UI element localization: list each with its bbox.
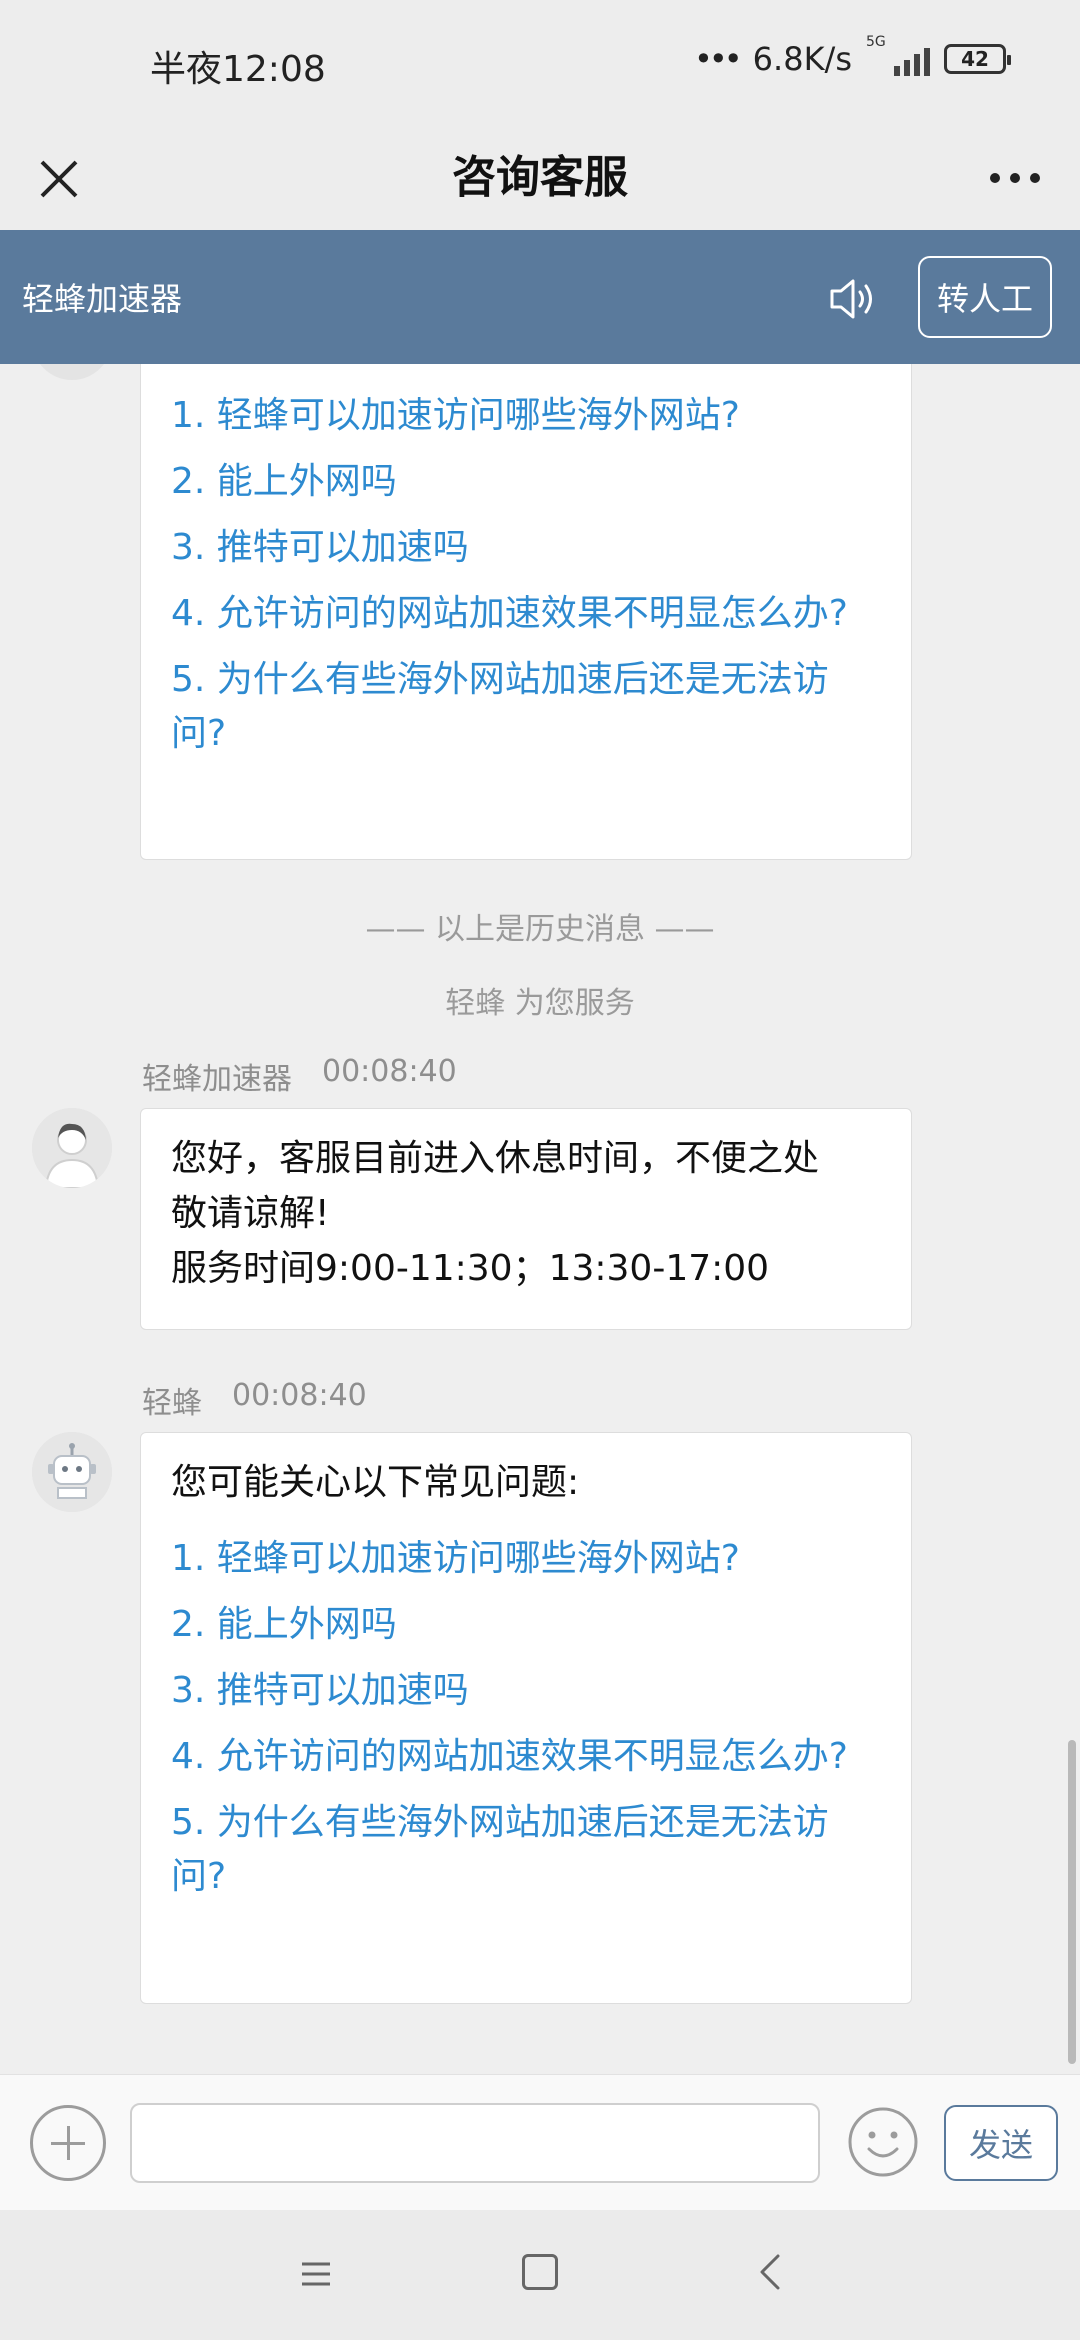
battery-icon: 42	[944, 44, 1011, 74]
message-time: 00:08:40	[322, 1054, 457, 1089]
message-line: 您好，客服目前进入休息时间，不便之处	[171, 1138, 820, 1179]
history-faq-card: 1. 轻蜂可以加速访问哪些海外网站? 2. 能上外网吗 3. 推特可以加速吗 4…	[140, 364, 912, 860]
status-time: 半夜12:08	[150, 49, 326, 90]
more-icon	[990, 173, 1000, 183]
sender-name: 轻蜂	[142, 1386, 202, 1421]
system-nav-bar	[0, 2210, 1080, 2340]
faq-link[interactable]: 2. 能上外网吗	[171, 455, 881, 509]
message-meta: 轻蜂 00:08:40	[142, 1378, 367, 1422]
signal-icon: 5G	[866, 34, 930, 76]
faq-link[interactable]: 1. 轻蜂可以加速访问哪些海外网站?	[171, 389, 881, 443]
person-avatar	[32, 1108, 112, 1188]
message-line: 敬请谅解!	[171, 1193, 330, 1234]
message-input[interactable]	[130, 2103, 820, 2183]
page-title: 咨询客服	[452, 152, 628, 203]
title-bar: 咨询客服	[0, 126, 1080, 230]
faq-link[interactable]: 3. 推特可以加速吗	[171, 521, 881, 575]
more-button[interactable]	[980, 158, 1050, 198]
status-bar: 半夜12:08 ••• 6.8K/s 5G 42	[0, 0, 1080, 126]
add-attachment-button[interactable]	[30, 2105, 106, 2181]
faq-link[interactable]: 4. 允许访问的网站加速效果不明显怎么办?	[171, 1730, 881, 1784]
network-type: 5G	[866, 34, 886, 50]
robot-avatar	[32, 1432, 112, 1512]
sender-name: 轻蜂加速器	[142, 1062, 292, 1097]
robot-avatar	[32, 364, 112, 380]
service-notice: 轻蜂 为您服务	[445, 986, 635, 1021]
service-header: 轻蜂加速器 转人工	[0, 230, 1080, 364]
back-icon[interactable]	[750, 2250, 790, 2294]
service-name: 轻蜂加速器	[22, 280, 183, 318]
faq-link[interactable]: 3. 推特可以加速吗	[171, 1664, 881, 1718]
message-time: 00:08:40	[232, 1378, 367, 1413]
menu-icon[interactable]	[296, 2254, 336, 2294]
send-button[interactable]: 发送	[944, 2105, 1058, 2181]
emoji-icon	[848, 2107, 918, 2177]
faq-link[interactable]: 1. 轻蜂可以加速访问哪些海外网站?	[171, 1532, 881, 1586]
transfer-human-button[interactable]: 转人工	[918, 256, 1052, 338]
history-divider: —— 以上是历史消息 ——	[365, 912, 715, 947]
faq-link[interactable]: 2. 能上外网吗	[171, 1598, 881, 1652]
faq-link[interactable]: 4. 允许访问的网站加速效果不明显怎么办?	[171, 587, 881, 641]
network-speed: 6.8K/s	[752, 40, 852, 78]
status-indicators: ••• 6.8K/s 5G 42	[694, 34, 1011, 78]
home-icon[interactable]	[522, 2254, 558, 2290]
faq-link[interactable]: 5. 为什么有些海外网站加速后还是无法访问?	[171, 653, 881, 761]
message-bubble: 您好，客服目前进入休息时间，不便之处 敬请谅解! 服务时间9:00-11:30；…	[140, 1108, 912, 1330]
more-notifications-icon: •••	[694, 40, 743, 78]
chat-area[interactable]: 1. 轻蜂可以加速访问哪些海外网站? 2. 能上外网吗 3. 推特可以加速吗 4…	[0, 364, 1080, 2074]
input-bar: 发送	[0, 2074, 1080, 2210]
faq-link[interactable]: 5. 为什么有些海外网站加速后还是无法访问?	[171, 1796, 881, 1904]
message-line: 服务时间9:00-11:30；13:30-17:00	[171, 1248, 770, 1289]
battery-level: 42	[961, 47, 989, 71]
message-bubble: 您可能关心以下常见问题: 1. 轻蜂可以加速访问哪些海外网站? 2. 能上外网吗…	[140, 1432, 912, 2004]
scrollbar[interactable]	[1068, 1740, 1076, 2064]
faq-intro: 您可能关心以下常见问题:	[171, 1462, 580, 1503]
emoji-button[interactable]	[846, 2105, 920, 2179]
message-meta: 轻蜂加速器 00:08:40	[142, 1054, 457, 1098]
speaker-icon[interactable]	[826, 272, 880, 326]
